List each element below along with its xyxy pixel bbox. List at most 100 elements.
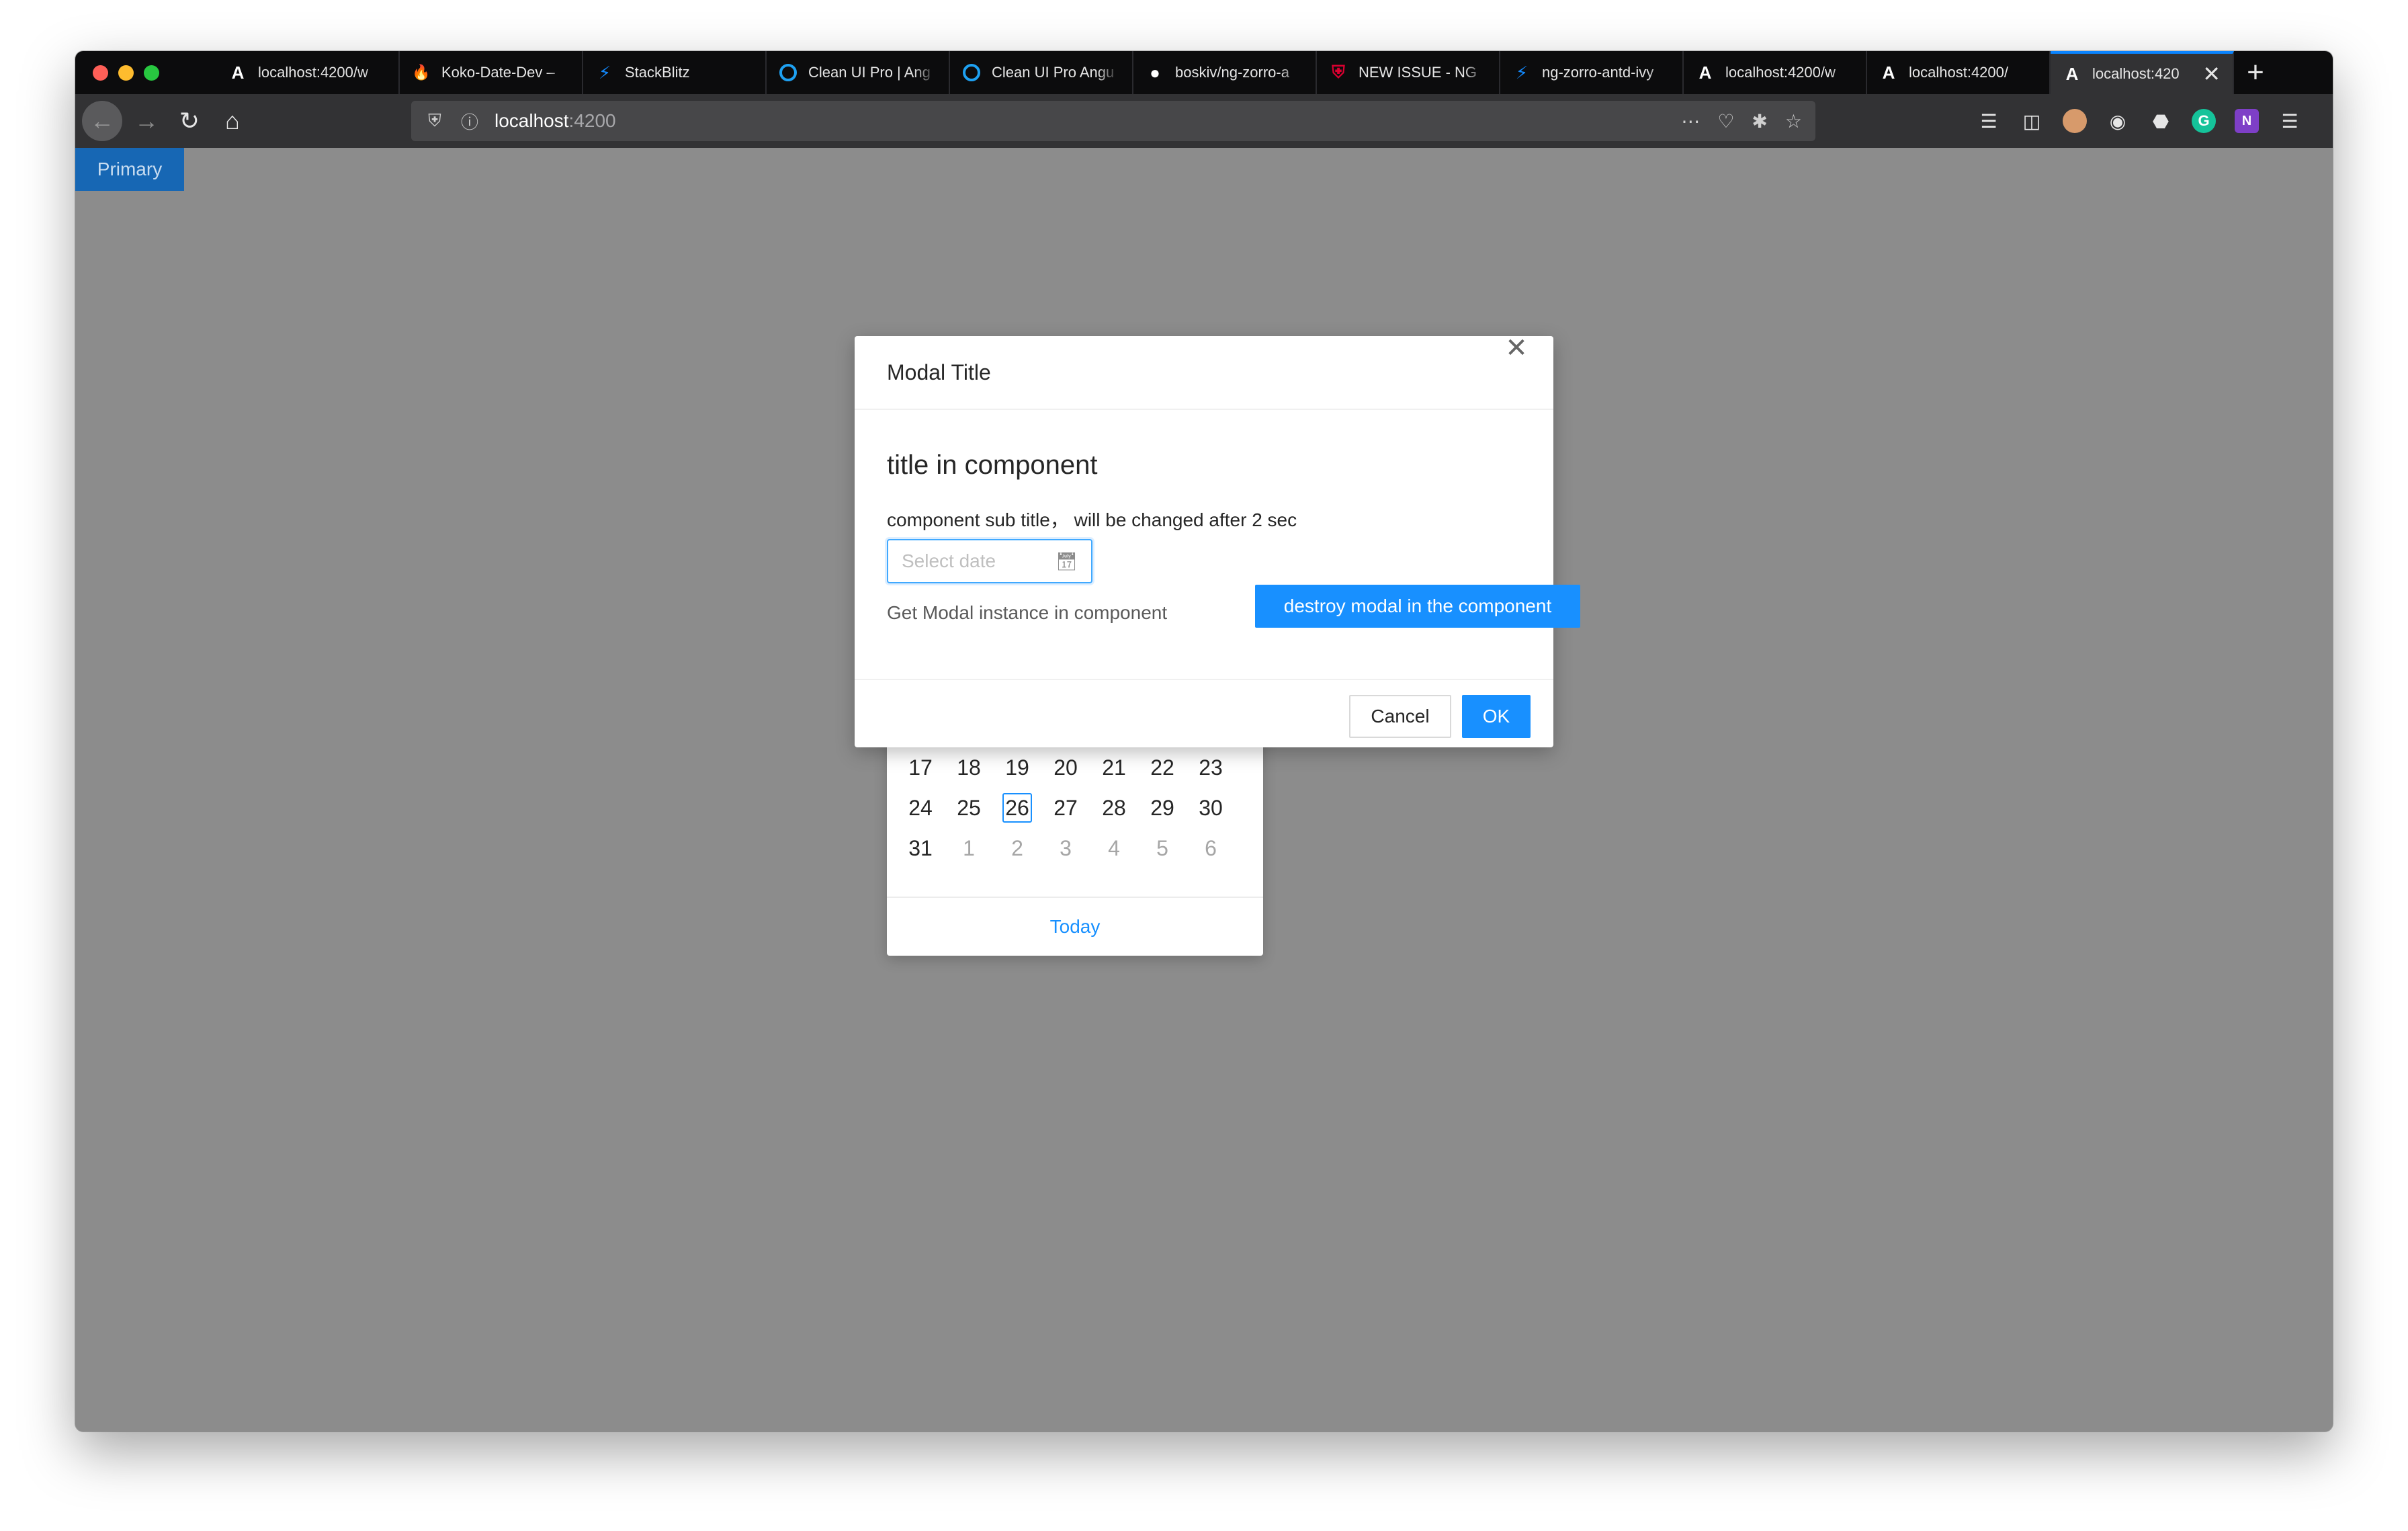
calendar-day-label: 25 [957,795,981,820]
app-menu-icon[interactable]: ☰ [2278,109,2302,133]
tab-label: Clean UI Pro | Ang [808,64,931,81]
browser-tab[interactable]: Alocalhost:420 ✕ [2051,51,2234,94]
angular-shield-icon: ⛨ [1332,62,1345,82]
pocket-icon[interactable]: ♡ [1717,110,1734,132]
tab-list: Alocalhost:4200/w 🔥 Koko-Date-Dev – ⚡ StackB… [216,51,2277,94]
calendar-day-label: 3 [1060,835,1072,860]
calendar-day-label: 2 [1011,835,1023,860]
calendar-day[interactable]: 2 [993,832,1041,864]
tab-label: Clean UI Pro Angu [992,64,1115,81]
browser-tab[interactable]: Alocalhost:4200/w [1684,51,1867,94]
browser-tab[interactable]: ⚡ StackBlitz [583,51,767,94]
date-input-field[interactable] [902,550,1051,572]
browser-tab[interactable]: ● boskiv/ng-zorro-a [1133,51,1317,94]
onepassword-extension-icon[interactable]: ◉ [2106,109,2130,133]
calendar-day-label: 23 [1199,755,1223,780]
ok-button[interactable]: OK [1462,695,1531,738]
calendar-day[interactable]: 23 [1187,751,1235,784]
calendar-day[interactable]: 1 [945,832,993,864]
calendar-week-row: 24 25 26 27 28 29 30 [896,792,1235,824]
calendar-day[interactable]: 21 [1090,751,1138,784]
maximize-window-button[interactable] [144,65,159,81]
browser-tab[interactable]: 🔥 Koko-Date-Dev – [400,51,583,94]
bug-icon[interactable]: ✱ [1752,110,1767,132]
browser-window: Alocalhost:4200/w 🔥 Koko-Date-Dev – ⚡ StackB… [75,51,2333,1432]
calendar-day[interactable]: 28 [1090,792,1138,824]
calendar-day[interactable]: 5 [1138,832,1187,864]
sidebar-icon[interactable]: ◫ [2020,109,2044,133]
calendar-day-label: 20 [1054,755,1078,780]
grammarly-extension-icon[interactable]: G [2192,109,2216,133]
browser-tab[interactable]: Alocalhost:4200/ [1867,51,2051,94]
calendar-day[interactable]: 4 [1090,832,1138,864]
close-window-button[interactable] [93,65,108,81]
modal-header: Modal Title [855,336,1553,410]
calendar-day[interactable]: 24 [896,792,945,824]
calendar-day-today[interactable]: 26 [993,792,1041,824]
calendar-day-label: 28 [1102,795,1126,820]
angular-a-icon: A [1882,62,1895,83]
onenote-extension-icon[interactable]: N [2235,109,2259,133]
calendar-day-label: 6 [1205,835,1217,860]
today-link[interactable]: Today [887,898,1263,956]
calendar-week-row: 17 18 19 20 21 22 23 [896,751,1235,784]
calendar-day-label: 1 [963,835,975,860]
calendar-day[interactable]: 3 [1041,832,1090,864]
url-port: :4200 [568,110,616,131]
browser-tab[interactable]: Clean UI Pro Angu [950,51,1133,94]
browser-tab[interactable]: ⛨ NEW ISSUE - NG [1317,51,1500,94]
calendar-day-label: 19 [1005,755,1029,780]
calendar-day[interactable]: 25 [945,792,993,824]
angular-a-icon: A [1698,62,1712,83]
calendar-day[interactable]: 18 [945,751,993,784]
bookmark-star-icon[interactable]: ☆ [1785,110,1802,132]
firebase-icon: 🔥 [412,64,431,81]
modal-title: Modal Title [887,360,991,384]
address-bar[interactable]: ⛨ ⓘ localhost:4200 ⋯ ♡ ✱ ☆ [411,101,1815,141]
new-tab-button[interactable]: + [2234,51,2277,94]
browser-tab[interactable]: Alocalhost:4200/w [216,51,400,94]
calendar-day[interactable]: 30 [1187,792,1235,824]
minimize-window-button[interactable] [118,65,134,81]
calendar-day[interactable]: 27 [1041,792,1090,824]
back-button[interactable]: ← [82,101,122,141]
calendar-day[interactable]: 6 [1187,832,1235,864]
close-icon[interactable]: ✕ [1500,335,1533,362]
angular-a-icon: A [231,62,245,83]
destroy-modal-button[interactable]: destroy modal in the component [1255,585,1580,628]
calendar-day-label: 22 [1150,755,1174,780]
modal-dialog: Modal Title ✕ title in component compone… [855,335,1580,747]
reload-button[interactable]: ↻ [169,101,210,141]
calendar-day[interactable]: 17 [896,751,945,784]
account-avatar-icon[interactable] [2063,109,2087,133]
component-title: title in component [887,450,1098,480]
calendar-day[interactable]: 29 [1138,792,1187,824]
calendar-week-row: 31 1 2 3 4 5 6 [896,832,1235,864]
site-info-icon[interactable]: ⓘ [460,109,480,134]
tab-label: localhost:4200/w [258,64,368,81]
calendar-day[interactable]: 20 [1041,751,1090,784]
tab-label: localhost:4200/ [1909,64,2008,81]
calendar-day[interactable]: 31 [896,832,945,864]
calendar-day-label: 31 [908,835,933,860]
calendar-day[interactable]: 19 [993,751,1041,784]
forward-button[interactable]: → [126,101,167,141]
primary-button[interactable]: Primary [75,148,184,191]
close-tab-icon[interactable]: ✕ [2202,61,2221,87]
home-button[interactable]: ⌂ [212,101,253,141]
cancel-button[interactable]: Cancel [1349,695,1451,738]
extension-icon[interactable]: ⬣ [2149,109,2173,133]
date-picker-input[interactable]: 📅︎ [887,539,1092,583]
calendar-day-label: 21 [1102,755,1126,780]
tracking-shield-icon[interactable]: ⛨ [425,110,445,132]
calendar-day[interactable]: 22 [1138,751,1187,784]
browser-tab[interactable]: ⚡ ng-zorro-antd-ivy [1500,51,1684,94]
page-actions-icon[interactable]: ⋯ [1681,110,1700,132]
library-icon[interactable]: ☰ [1977,109,2001,133]
navigation-toolbar: ← → ↻ ⌂ ⛨ ⓘ localhost:4200 ⋯ ♡ ✱ ☆ ☰ ◫ ◉… [75,94,2333,148]
browser-tab[interactable]: Clean UI Pro | Ang [767,51,950,94]
calendar-day-label: 26 [1002,793,1032,823]
calendar-day-label: 24 [908,795,933,820]
calendar-day-label: 30 [1199,795,1223,820]
url-host: localhost [494,110,569,131]
